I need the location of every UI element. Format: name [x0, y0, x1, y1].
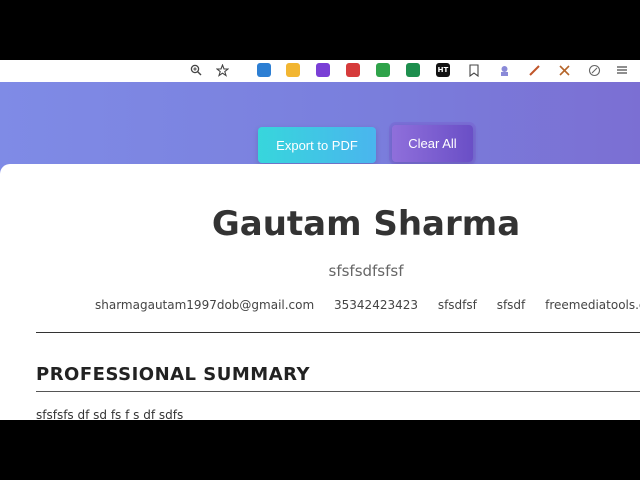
resume-name: Gautam Sharma: [211, 204, 521, 244]
resume-subtitle: sfsfsdfsfsf: [328, 262, 404, 280]
contact-field-4: sfsdf: [496, 298, 526, 312]
extension-sheets-icon[interactable]: [406, 63, 420, 77]
extension-ht-icon[interactable]: HT: [436, 63, 450, 77]
browser-toolbar: HT: [0, 60, 640, 83]
compass-icon[interactable]: [586, 62, 602, 78]
contact-website: freemediatools.com: [545, 298, 640, 312]
pen-icon[interactable]: [526, 62, 542, 78]
contact-phone: 35342423423: [334, 298, 418, 312]
extension-blue-icon[interactable]: [257, 63, 271, 77]
summary-text: sfsfsfs df sd fs f s df sdfs: [36, 408, 184, 420]
extension-green-icon[interactable]: [376, 63, 390, 77]
contact-email: sharmagautam1997dob@gmail.com: [95, 298, 315, 312]
contact-line: sharmagautam1997dob@gmail.com 3534242342…: [95, 298, 640, 312]
section-divider: [36, 391, 640, 392]
browser-viewport: HT Export to PDF Clear All Gautam Sharma…: [0, 60, 640, 420]
contact-field-3: sfsdfsf: [437, 298, 477, 312]
clear-all-button[interactable]: Clear All: [392, 125, 473, 162]
resume-card: Gautam Sharma sfsfsdfsfsf sharmagautam19…: [0, 164, 640, 420]
export-pdf-button[interactable]: Export to PDF: [258, 127, 376, 163]
bookmark-icon[interactable]: [466, 62, 482, 78]
tools-icon[interactable]: [556, 62, 572, 78]
zoom-icon[interactable]: [188, 62, 204, 78]
section-title-summary: PROFESSIONAL SUMMARY: [36, 364, 311, 385]
extension-yellow-icon[interactable]: [286, 63, 300, 77]
extension-puzzle-icon[interactable]: [496, 62, 512, 78]
header-band: Export to PDF Clear All: [0, 82, 640, 172]
menu-icon[interactable]: [614, 62, 630, 78]
extension-shield-icon[interactable]: [346, 63, 360, 77]
header-divider: [36, 332, 640, 333]
star-icon[interactable]: [214, 62, 230, 78]
extension-purple-icon[interactable]: [316, 63, 330, 77]
